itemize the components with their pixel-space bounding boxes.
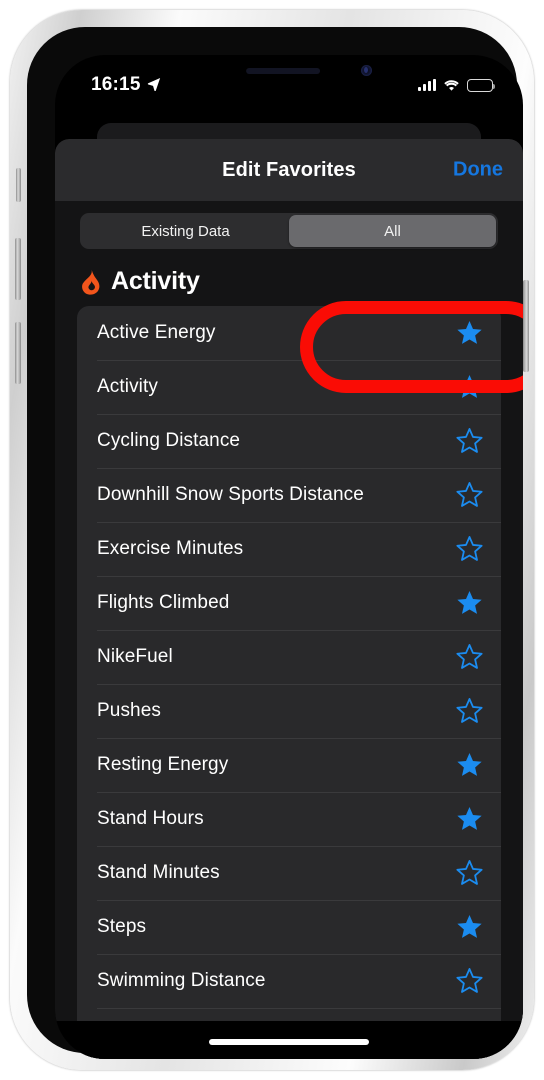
star-filled-icon[interactable] xyxy=(456,914,483,940)
table-row[interactable]: Swimming Distance xyxy=(77,954,501,1008)
favorite-toggle[interactable] xyxy=(456,374,483,400)
star-filled-icon[interactable] xyxy=(456,752,483,778)
row-label: Cycling Distance xyxy=(97,430,241,451)
notch xyxy=(184,55,394,87)
favorite-toggle[interactable] xyxy=(456,752,483,778)
table-row[interactable]: Flights Climbed xyxy=(77,576,501,630)
row-label: Resting Energy xyxy=(97,754,229,775)
star-outline-icon[interactable] xyxy=(456,428,483,454)
battery-icon xyxy=(467,78,496,92)
favorite-toggle[interactable] xyxy=(456,590,483,616)
home-indicator[interactable] xyxy=(209,1039,369,1045)
status-bar-right xyxy=(418,78,496,92)
page-title: Edit Favorites xyxy=(222,158,356,181)
row-label: Active Energy xyxy=(97,322,216,343)
favorite-toggle[interactable] xyxy=(456,320,483,346)
location-arrow-icon xyxy=(147,78,160,91)
sheet-body: Existing Data All Activity Active Energy… xyxy=(55,201,523,1059)
power-button[interactable] xyxy=(523,280,529,372)
favorite-toggle[interactable] xyxy=(456,644,483,670)
segmented-control-wrap: Existing Data All xyxy=(55,201,523,249)
favorite-toggle[interactable] xyxy=(456,536,483,562)
table-row[interactable]: Cycling Distance xyxy=(77,414,501,468)
status-bar-clock: 16:15 xyxy=(91,74,141,95)
sheet-nav-bar: Edit Favorites Done xyxy=(55,139,523,201)
star-outline-icon[interactable] xyxy=(456,698,483,724)
favorite-toggle[interactable] xyxy=(456,806,483,832)
row-label: Exercise Minutes xyxy=(97,538,244,559)
table-row[interactable]: Exercise Minutes xyxy=(77,522,501,576)
favorites-list: Active Energy Activity Cycling Distance Dow… xyxy=(77,306,501,1059)
star-outline-icon[interactable] xyxy=(456,968,483,994)
star-filled-icon[interactable] xyxy=(456,320,483,346)
table-row[interactable]: Stand Minutes xyxy=(77,846,501,900)
table-row[interactable]: NikeFuel xyxy=(77,630,501,684)
phone-bezel: 16:15 Edit Favorites Done Existing Data … xyxy=(27,27,523,1059)
row-label: NikeFuel xyxy=(97,646,173,667)
row-label: Flights Climbed xyxy=(97,592,230,613)
row-label: Pushes xyxy=(97,700,161,721)
table-row[interactable]: Pushes xyxy=(77,684,501,738)
favorite-toggle[interactable] xyxy=(456,860,483,886)
row-label: Swimming Distance xyxy=(97,970,266,991)
cellular-signal-icon xyxy=(418,79,436,91)
data-filter-segmented-control[interactable]: Existing Data All xyxy=(80,213,498,249)
volume-up-button[interactable] xyxy=(15,238,21,300)
segment-existing-data[interactable]: Existing Data xyxy=(82,215,289,247)
row-label: Steps xyxy=(97,916,147,937)
table-row[interactable]: Resting Energy xyxy=(77,738,501,792)
wifi-icon xyxy=(444,79,459,91)
table-row[interactable]: Downhill Snow Sports Distance xyxy=(77,468,501,522)
status-bar-left: 16:15 xyxy=(91,74,161,96)
favorite-toggle[interactable] xyxy=(456,482,483,508)
table-row[interactable]: Active Energy xyxy=(77,306,501,360)
star-outline-icon[interactable] xyxy=(456,536,483,562)
volume-down-button[interactable] xyxy=(15,322,21,384)
star-filled-icon[interactable] xyxy=(456,374,483,400)
flame-icon xyxy=(82,269,100,295)
row-label: Stand Hours xyxy=(97,808,204,829)
phone-screen: 16:15 Edit Favorites Done Existing Data … xyxy=(55,55,523,1059)
row-label: Stand Minutes xyxy=(97,862,220,883)
table-row[interactable]: Stand Hours xyxy=(77,792,501,846)
phone-frame: 16:15 Edit Favorites Done Existing Data … xyxy=(10,10,534,1070)
earpiece-speaker xyxy=(246,68,321,74)
star-filled-icon[interactable] xyxy=(456,590,483,616)
done-button[interactable]: Done xyxy=(453,159,503,182)
favorite-toggle[interactable] xyxy=(456,914,483,940)
section-header-activity: Activity xyxy=(55,249,523,304)
favorite-toggle[interactable] xyxy=(456,698,483,724)
row-label: Downhill Snow Sports Distance xyxy=(97,484,364,505)
section-title: Activity xyxy=(111,267,200,295)
favorite-toggle[interactable] xyxy=(456,968,483,994)
star-outline-icon[interactable] xyxy=(456,482,483,508)
star-outline-icon[interactable] xyxy=(456,644,483,670)
star-outline-icon[interactable] xyxy=(456,860,483,886)
favorite-toggle[interactable] xyxy=(456,428,483,454)
front-camera-icon xyxy=(361,65,372,76)
row-label: Activity xyxy=(97,376,158,397)
table-row[interactable]: Steps xyxy=(77,900,501,954)
silent-switch[interactable] xyxy=(16,168,21,202)
table-row[interactable]: Activity xyxy=(77,360,501,414)
edit-favorites-sheet: Edit Favorites Done Existing Data All Ac… xyxy=(55,139,523,1059)
star-filled-icon[interactable] xyxy=(456,806,483,832)
segment-all[interactable]: All xyxy=(289,215,496,247)
